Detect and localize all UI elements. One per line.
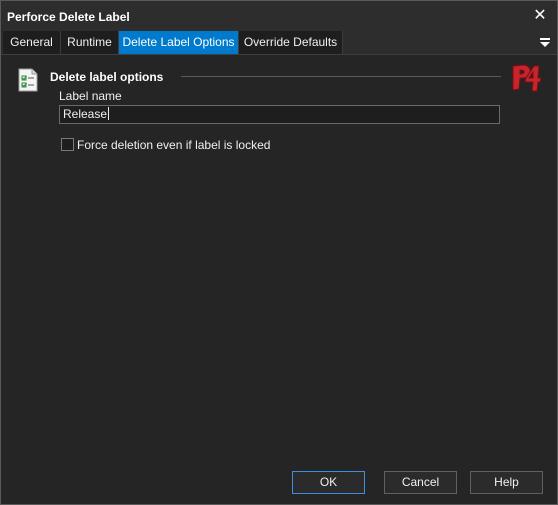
help-button[interactable]: Help <box>470 471 543 494</box>
p4-logo <box>510 63 542 93</box>
tab-general[interactable]: General <box>3 31 61 54</box>
tab-bar: General Runtime Delete Label Options Ove… <box>1 31 557 55</box>
cancel-button[interactable]: Cancel <box>384 471 457 494</box>
text-caret <box>108 107 110 120</box>
titlebar: Perforce Delete Label ✕ <box>1 1 557 31</box>
section-divider <box>181 76 501 77</box>
checklist-icon <box>17 68 39 92</box>
tab-content: Delete label options Label name Release … <box>1 55 557 465</box>
force-delete-checkbox[interactable] <box>61 138 74 151</box>
label-name-input[interactable]: Release <box>59 105 500 124</box>
window-title: Perforce Delete Label <box>7 10 130 24</box>
tab-delete-label-options[interactable]: Delete Label Options <box>119 31 239 54</box>
dialog-window: Perforce Delete Label ✕ General Runtime … <box>0 0 558 505</box>
button-bar: OK Cancel Help <box>1 465 557 504</box>
label-name-label: Label name <box>59 89 122 103</box>
menu-icon[interactable] <box>539 35 551 49</box>
tab-runtime[interactable]: Runtime <box>61 31 119 54</box>
force-delete-label[interactable]: Force deletion even if label is locked <box>77 138 270 152</box>
ok-button[interactable]: OK <box>292 471 365 494</box>
label-name-value: Release <box>63 107 108 121</box>
section-title: Delete label options <box>50 70 164 84</box>
tab-override-defaults[interactable]: Override Defaults <box>239 31 343 54</box>
close-icon[interactable]: ✕ <box>529 5 551 27</box>
